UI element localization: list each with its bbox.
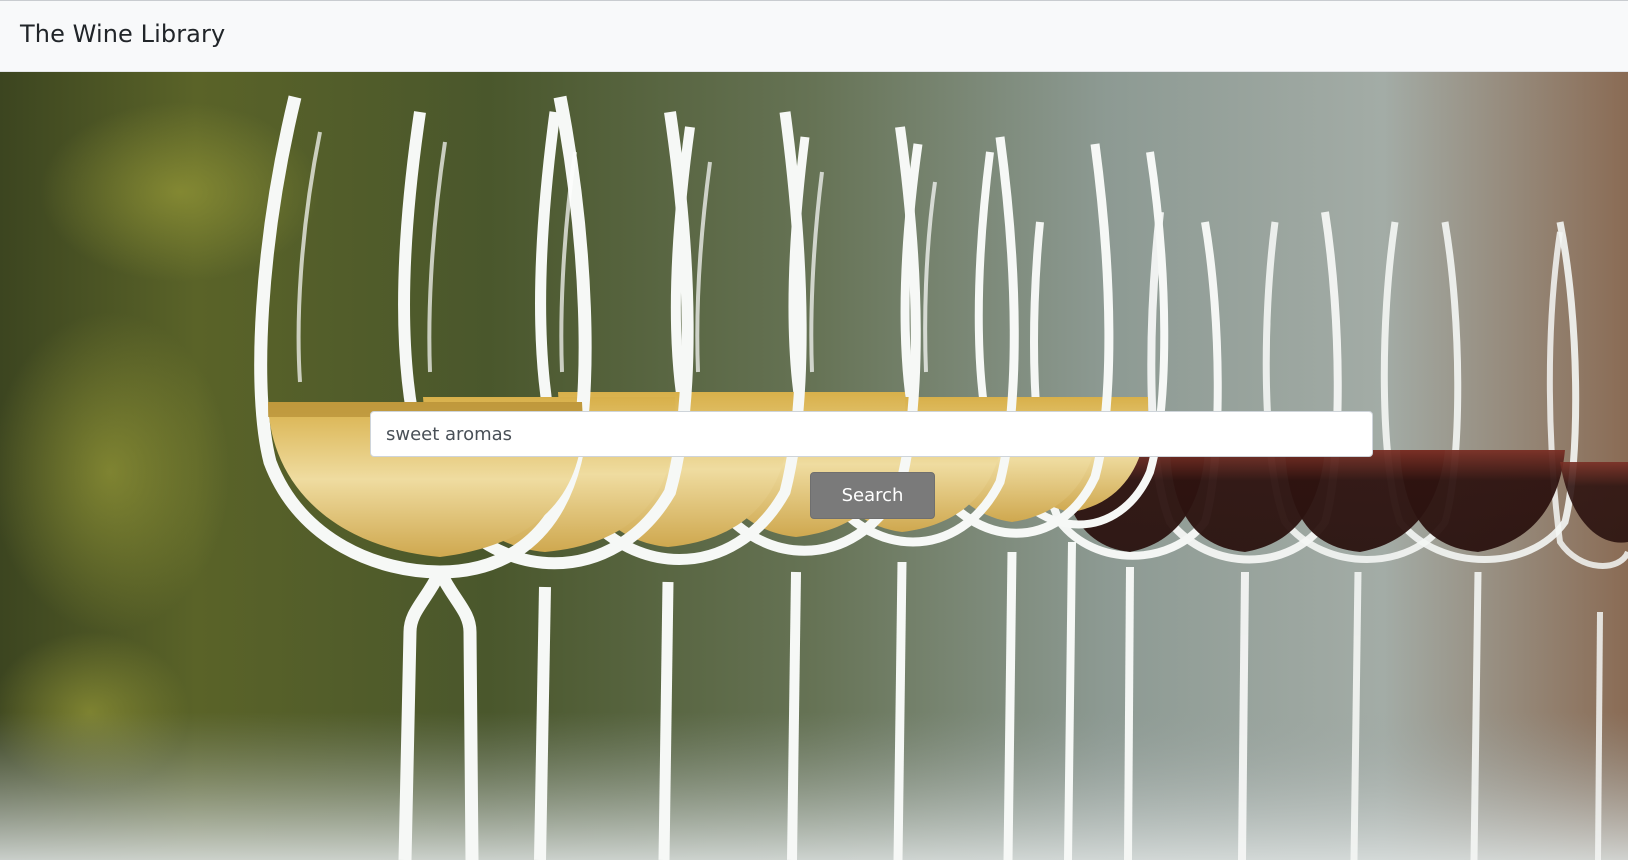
- wine-glasses-photo: [0, 72, 1628, 860]
- search-input[interactable]: [370, 411, 1373, 457]
- search-button[interactable]: Search: [810, 472, 935, 519]
- hero-banner: Search: [0, 72, 1628, 860]
- navbar: The Wine Library: [0, 0, 1628, 72]
- brand-link[interactable]: The Wine Library: [20, 20, 225, 48]
